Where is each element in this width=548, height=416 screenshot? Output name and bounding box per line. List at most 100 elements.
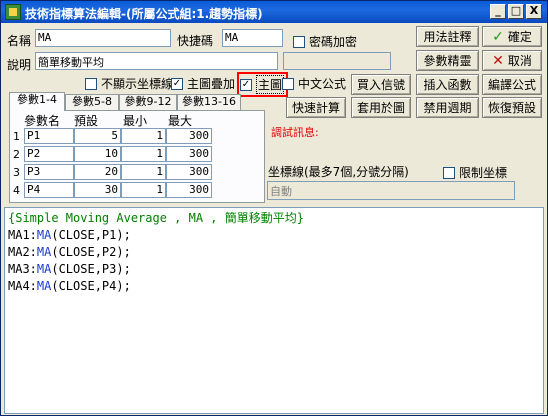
tab-params-5-8[interactable]: 參數5-8 xyxy=(65,94,119,110)
compile-button[interactable]: 編譯公式 xyxy=(482,74,542,95)
code-function: MA xyxy=(36,279,52,293)
ok-button[interactable]: ✓ 確定 xyxy=(482,26,542,47)
param-name-cell[interactable]: P1 xyxy=(24,128,74,144)
check-icon: ✓ xyxy=(492,28,504,45)
header-default: 預設 xyxy=(74,114,99,128)
password-checkbox-box[interactable] xyxy=(293,35,305,48)
name-label: 名稱 xyxy=(7,34,32,48)
code-function: MA xyxy=(36,228,52,242)
cancel-button-label: 取消 xyxy=(507,54,532,68)
overlay-checkbox[interactable]: ✓ 主圖疊加 xyxy=(171,75,235,92)
hide-axis-checkbox-box[interactable] xyxy=(85,77,97,90)
header-min: 最小 xyxy=(123,114,148,128)
hide-axis-checkbox[interactable]: 不顯示坐標線 xyxy=(85,75,173,92)
quick-calc-button-label: 快速計算 xyxy=(291,101,340,115)
param-name-cell[interactable]: P4 xyxy=(24,182,74,198)
row-number: 2 xyxy=(13,148,20,161)
param-wizard-button[interactable]: 參數精靈 xyxy=(416,50,479,71)
limit-coord-checkbox-box[interactable] xyxy=(443,166,455,179)
coord-lines-input[interactable]: 自動 xyxy=(267,181,515,200)
window-title: 技術指標算法編輯-(所屬公式組:1.趨勢指標) xyxy=(25,7,263,21)
param-default-cell[interactable]: 30 xyxy=(74,182,121,198)
code-function: MA xyxy=(36,245,52,259)
code-args: (CLOSE,P1); xyxy=(51,228,131,242)
header-max: 最大 xyxy=(168,114,193,128)
chinese-formula-checkbox[interactable]: 中文公式 xyxy=(282,75,346,92)
desc-extra-input xyxy=(283,52,391,70)
minimize-button[interactable]: _ xyxy=(490,4,506,19)
usage-button[interactable]: 用法註釋 xyxy=(416,26,479,47)
disable-cycle-button-label: 禁用週期 xyxy=(423,101,472,115)
code-var: MA4: xyxy=(8,279,37,293)
restore-default-button[interactable]: 恢復預設 xyxy=(482,97,542,118)
code-args: (CLOSE,P2); xyxy=(51,245,131,259)
code-var: MA2: xyxy=(8,245,37,259)
header-param-name: 參數名 xyxy=(24,114,61,128)
coord-lines-label: 坐標線(最多7個,分號分隔) xyxy=(268,165,409,179)
password-checkbox[interactable]: 密碼加密 xyxy=(293,33,357,50)
row-number: 3 xyxy=(13,166,20,179)
param-max-cell[interactable]: 300 xyxy=(166,164,212,180)
tab-params-1-4[interactable]: 參數1-4 xyxy=(9,92,65,111)
shortcut-input[interactable]: MA xyxy=(222,29,283,47)
param-default-cell[interactable]: 20 xyxy=(74,164,121,180)
formula-editor-window: 技術指標算法編輯-(所屬公式組:1.趨勢指標) _ □ X 名稱 MA 快捷碼 … xyxy=(0,0,548,416)
restore-default-button-label: 恢復預設 xyxy=(487,101,536,115)
apply-chart-button-label: 套用於圖 xyxy=(356,101,405,115)
usage-button-label: 用法註釋 xyxy=(423,30,472,44)
chinese-formula-label: 中文公式 xyxy=(298,77,347,91)
row-number: 4 xyxy=(13,184,20,197)
param-max-cell[interactable]: 300 xyxy=(166,182,212,198)
title-bar[interactable]: 技術指標算法編輯-(所屬公式組:1.趨勢指標) _ □ X xyxy=(1,1,547,23)
param-min-cell[interactable]: 1 xyxy=(121,182,166,198)
param-name-cell[interactable]: P2 xyxy=(24,146,74,162)
buy-sell-button[interactable]: 買入信號 xyxy=(351,74,411,95)
chinese-formula-checkbox-box[interactable] xyxy=(282,77,294,90)
limit-coord-label: 限制坐標 xyxy=(459,166,508,180)
param-default-cell[interactable]: 5 xyxy=(74,128,121,144)
disable-cycle-button[interactable]: 禁用週期 xyxy=(416,97,479,118)
code-var: MA3: xyxy=(8,262,37,276)
close-button[interactable]: X xyxy=(526,4,542,19)
limit-coord-checkbox[interactable]: 限制坐標 xyxy=(443,164,507,181)
main-chart-checkbox-box[interactable]: ✓ xyxy=(240,78,252,91)
code-comment-line: {Simple Moving Average , MA , 簡單移動平均} xyxy=(8,211,304,225)
param-name-cell[interactable]: P3 xyxy=(24,164,74,180)
x-icon: ✕ xyxy=(492,52,504,69)
param-panel: 參數名 預設 最小 最大 1 P1 5 1 300 2 P2 10 1 300 … xyxy=(9,110,265,203)
code-function: MA xyxy=(36,262,52,276)
hide-axis-label: 不顯示坐標線 xyxy=(101,77,174,91)
desc-label: 說明 xyxy=(7,58,32,72)
param-max-cell[interactable]: 300 xyxy=(166,146,212,162)
code-line: MA1:MA(CLOSE,P1); xyxy=(8,227,540,244)
row-number: 1 xyxy=(13,130,20,143)
code-line: MA4:MA(CLOSE,P4); xyxy=(8,278,540,295)
code-args: (CLOSE,P4); xyxy=(51,279,131,293)
insert-function-button-label: 插入函數 xyxy=(423,78,472,92)
cancel-button[interactable]: ✕ 取消 xyxy=(482,50,542,71)
password-checkbox-label: 密碼加密 xyxy=(309,35,358,49)
code-line: MA3:MA(CLOSE,P3); xyxy=(8,261,540,278)
param-min-cell[interactable]: 1 xyxy=(121,128,166,144)
overlay-checkbox-box[interactable]: ✓ xyxy=(171,77,183,90)
param-min-cell[interactable]: 1 xyxy=(121,146,166,162)
main-chart-checkbox[interactable]: ✓ 主圖 xyxy=(237,72,289,97)
overlay-label: 主圖疊加 xyxy=(187,77,236,91)
param-default-cell[interactable]: 10 xyxy=(74,146,121,162)
desc-input[interactable]: 簡單移動平均 xyxy=(35,52,278,70)
code-args: (CLOSE,P3); xyxy=(51,262,131,276)
main-chart-label: 主圖 xyxy=(256,75,285,94)
maximize-button[interactable]: □ xyxy=(508,4,524,19)
app-icon xyxy=(5,4,21,20)
tab-params-9-12[interactable]: 參數9-12 xyxy=(119,94,177,110)
insert-function-button[interactable]: 插入函數 xyxy=(416,74,479,95)
apply-chart-button[interactable]: 套用於圖 xyxy=(351,97,411,118)
formula-code-editor[interactable]: {Simple Moving Average , MA , 簡單移動平均} MA… xyxy=(4,207,544,414)
name-input[interactable]: MA xyxy=(35,29,171,47)
compile-button-label: 編譯公式 xyxy=(487,78,536,92)
code-line: MA2:MA(CLOSE,P2); xyxy=(8,244,540,261)
tab-params-13-16[interactable]: 參數13-16 xyxy=(177,94,241,110)
param-max-cell[interactable]: 300 xyxy=(166,128,212,144)
quick-calc-button[interactable]: 快速計算 xyxy=(286,97,346,118)
param-min-cell[interactable]: 1 xyxy=(121,164,166,180)
